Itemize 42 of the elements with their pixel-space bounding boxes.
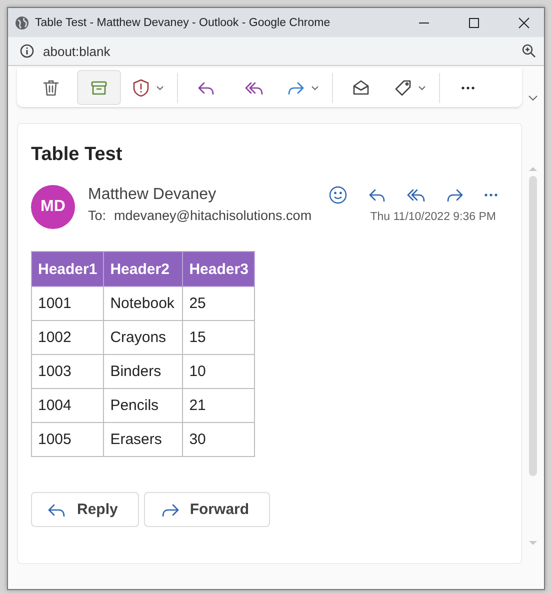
table-cell: 25 [182, 286, 255, 320]
table-cell: Notebook [104, 286, 183, 320]
smiley-icon[interactable] [328, 185, 348, 205]
table-cell: 10 [182, 354, 255, 388]
url-text[interactable]: about:blank [43, 44, 110, 58]
table-cell: Crayons [104, 320, 183, 354]
shield-icon [131, 78, 151, 98]
sent-date: Thu 11/10/2022 9:36 PM [370, 211, 497, 223]
trash-icon [41, 78, 61, 98]
table-cell: 1003 [32, 354, 104, 388]
window-title: Table Test - Matthew Devaney - Outlook - Google Chrome [35, 16, 330, 28]
maximize-icon[interactable] [468, 16, 480, 28]
subject-heading: Table Test [31, 144, 124, 166]
table-cell: 1001 [32, 286, 104, 320]
table-header: Header2 [104, 252, 183, 286]
tag-icon [393, 78, 413, 98]
table-header: Header3 [182, 252, 255, 286]
to-label: To: [88, 208, 106, 223]
table-header: Header1 [32, 252, 104, 286]
more-icon [461, 86, 475, 90]
forward-button[interactable]: Forward [144, 492, 270, 527]
table-cell: Erasers [104, 422, 183, 456]
table-cell: Binders [104, 354, 183, 388]
table-cell: 1004 [32, 388, 104, 422]
table-cell: 15 [182, 320, 255, 354]
table-cell: 1002 [32, 320, 104, 354]
table-cell: 30 [182, 422, 255, 456]
table-cell: 21 [182, 388, 255, 422]
globe-icon [15, 16, 29, 30]
sender-name[interactable]: Matthew Devaney [88, 186, 216, 204]
recipient-address[interactable]: mdevaney@hitachisolutions.com [114, 208, 312, 223]
table-cell: 1005 [32, 422, 104, 456]
envelope-icon [351, 78, 371, 98]
avatar[interactable]: MD [31, 185, 75, 229]
chevron-down-icon[interactable] [528, 94, 538, 102]
archive-button[interactable] [77, 70, 121, 105]
reply-button[interactable]: Reply [31, 492, 139, 527]
more-icon[interactable] [484, 193, 498, 197]
close-icon[interactable] [518, 16, 530, 28]
table-cell: Pencils [104, 388, 183, 422]
info-icon[interactable] [20, 44, 34, 58]
zoom-icon[interactable] [522, 44, 536, 58]
